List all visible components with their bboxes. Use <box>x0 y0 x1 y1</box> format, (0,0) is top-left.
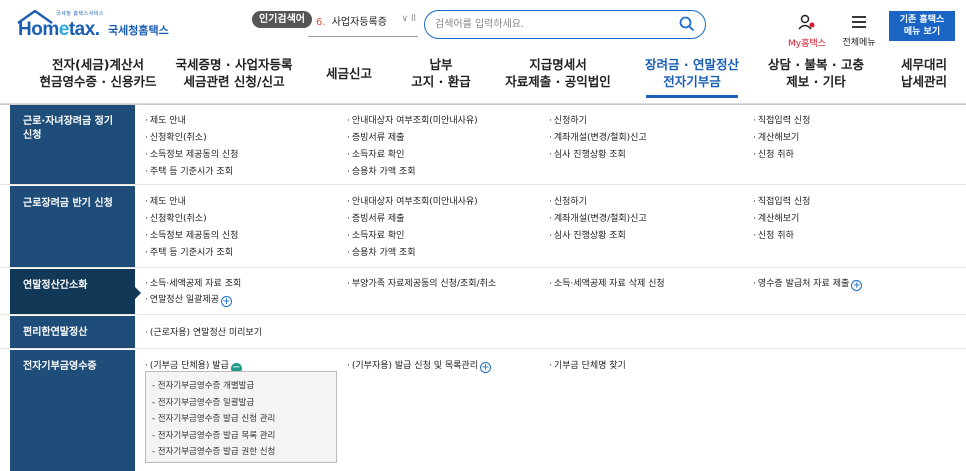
submenu-row-regular-incentive: 근로·자녀장려금 정기 신청 제도 안내 안내대상자 여부조회(미안내사유) 신… <box>0 105 966 185</box>
gnb-item-e-invoice[interactable]: 전자(세금)계산서 현금영수증 · 신용카드 <box>28 56 168 90</box>
main-navigation: 전자(세금)계산서 현금영수증 · 신용카드 국세증명 · 사업자등록 세금관련 신… <box>0 52 966 104</box>
gnb-item-tax-filing[interactable]: 세금신고 <box>312 65 386 82</box>
menu-link[interactable]: 신청 취하 <box>753 230 794 242</box>
submenu-title[interactable]: 근로·자녀장려금 정기 신청 <box>10 105 135 184</box>
submenu-sub-item[interactable]: - 전자기부금영수증 개별발급 <box>152 378 336 395</box>
menu-link[interactable]: 직접입력 신청 <box>753 115 811 127</box>
menu-link[interactable]: 신청하기 <box>549 196 587 208</box>
my-hometax-label: My홈택스 <box>788 39 826 49</box>
logo-korean: 국세청홈택스 <box>108 24 169 37</box>
donation-submenu-box: - 전자기부금영수증 개별발급 - 전자기부금영수증 일괄발급 - 전자기부금영… <box>145 371 337 463</box>
menu-link[interactable]: 제도 안내 <box>145 115 186 127</box>
menu-link[interactable]: 부양가족 자료제공동의 신청/조회/취소 <box>347 278 496 290</box>
plus-circle-icon[interactable]: + <box>479 362 491 373</box>
logo-wordmark: Hometax. <box>18 19 100 40</box>
submenu-sub-item[interactable]: - 전자기부금영수증 발급 신청 관리 <box>152 411 336 428</box>
menu-link[interactable]: 소득·세액공제 자료 조회 <box>145 278 241 290</box>
menu-link[interactable]: 승용차 가액 조회 <box>347 166 416 178</box>
gnb-item-consulting[interactable]: 상담 · 불복 · 고충 제보 · 기타 <box>764 56 868 90</box>
menu-link[interactable]: 안내대상자 여부조회(미안내사유) <box>347 115 478 127</box>
popular-controls[interactable]: ∨ ll <box>402 14 416 24</box>
all-menu-label: 전체메뉴 <box>842 38 876 48</box>
submenu-panel: 근로·자녀장려금 정기 신청 제도 안내 안내대상자 여부조회(미안내사유) 신… <box>0 104 966 471</box>
menu-link-expandable[interactable]: 연말정산 일괄제공+ <box>145 294 232 307</box>
menu-link[interactable]: 소득정보 제공동의 신청 <box>145 230 239 242</box>
menu-link[interactable]: 주택 등 기준시가 조회 <box>145 247 233 259</box>
gnb-item-certificates[interactable]: 국세증명 · 사업자등록 세금관련 신청/신고 <box>172 56 296 90</box>
menu-link[interactable]: 심사 진행상황 조회 <box>549 230 626 242</box>
search-icon[interactable] <box>679 16 695 32</box>
menu-link[interactable]: 소득자료 확인 <box>347 149 405 161</box>
hamburger-icon <box>852 16 866 28</box>
menu-link[interactable]: 신청확인(취소) <box>145 213 207 225</box>
menu-link[interactable]: 계산해보기 <box>753 132 799 144</box>
menu-link[interactable]: 신청하기 <box>549 115 587 127</box>
old-hometax-button[interactable]: 기존 홈택스 메뉴 보기 <box>889 11 955 41</box>
menu-link[interactable]: 계좌개설(변경/철회)신고 <box>549 213 647 225</box>
popular-search-item[interactable]: 6. 사업자등록증 ∨ ll <box>308 13 418 37</box>
search-input[interactable] <box>435 16 665 33</box>
logo-tagline: 국세청 홈택스서비스 <box>56 11 104 17</box>
menu-link[interactable]: 기부금 단체명 찾기 <box>549 360 626 372</box>
menu-link[interactable]: 소득자료 확인 <box>347 230 405 242</box>
submenu-row-year-end-simplified: 연말정산간소화 소득·세액공제 자료 조회 부양가족 자료제공동의 신청/조회/… <box>0 269 966 315</box>
menu-link[interactable]: 주택 등 기준시가 조회 <box>145 166 233 178</box>
menu-link-expandable[interactable]: 영수증 발급처 자료 제출+ <box>753 278 863 291</box>
my-hometax-button[interactable]: My홈택스 <box>784 14 830 49</box>
submenu-title[interactable]: 전자기부금영수증 <box>10 350 135 471</box>
gnb-item-tax-agent[interactable]: 세무대리 납세관리 <box>888 56 960 90</box>
submenu-title-active[interactable]: 연말정산간소화 <box>10 269 141 314</box>
menu-link[interactable]: 소득·세액공제 자료 삭제 신청 <box>549 278 665 290</box>
active-tab-underline <box>646 95 738 98</box>
hometax-logo[interactable]: 국세청 홈택스서비스 Hometax. 국세청홈택스 <box>16 10 169 42</box>
menu-link[interactable]: 증빙서류 제출 <box>347 132 405 144</box>
popular-rank: 6. <box>316 17 326 28</box>
active-arrow-icon <box>135 287 141 299</box>
gnb-item-payment[interactable]: 납부 고지 · 환급 <box>404 56 478 90</box>
menu-link[interactable]: 승용차 가액 조회 <box>347 247 416 259</box>
menu-link[interactable]: 신청확인(취소) <box>145 132 207 144</box>
menu-link[interactable]: 소득정보 제공동의 신청 <box>145 149 239 161</box>
submenu-title[interactable]: 근로장려금 반기 신청 <box>10 186 135 267</box>
popular-keyword: 사업자등록증 <box>331 17 387 28</box>
gnb-item-statements[interactable]: 지급명세서 자료제출 · 공익법인 <box>500 56 616 90</box>
submenu-title[interactable]: 편리한연말정산 <box>10 316 135 348</box>
submenu-sub-item[interactable]: - 전자기부금영수증 발급 권한 신청 <box>152 444 336 461</box>
menu-link-expandable[interactable]: (기부자용) 발급 신청 및 목록관리+ <box>347 360 491 373</box>
menu-link[interactable]: 신청 취하 <box>753 149 794 161</box>
menu-link[interactable]: 직접입력 신청 <box>753 196 811 208</box>
menu-link[interactable]: 계좌개설(변경/철회)신고 <box>549 132 647 144</box>
gnb-item-incentives[interactable]: 장려금 · 연말정산 전자기부금 <box>640 56 744 90</box>
menu-link[interactable]: 증빙서류 제출 <box>347 213 405 225</box>
menu-link[interactable]: 심사 진행상황 조회 <box>549 149 626 161</box>
search-box <box>424 10 706 39</box>
menu-link[interactable]: 계산해보기 <box>753 213 799 225</box>
submenu-title-label: 연말정산간소화 <box>23 280 88 291</box>
menu-link[interactable]: (근로자용) 연말정산 미리보기 <box>145 327 262 339</box>
user-icon <box>798 14 815 30</box>
plus-circle-icon[interactable]: + <box>220 296 232 307</box>
plus-circle-icon[interactable]: + <box>851 280 863 291</box>
submenu-sub-item[interactable]: - 전자기부금영수증 발급 목록 관리 <box>152 428 336 445</box>
submenu-sub-item[interactable]: - 전자기부금영수증 일괄발급 <box>152 395 336 412</box>
menu-link[interactable]: 안내대상자 여부조회(미안내사유) <box>347 196 478 208</box>
top-bar: 국세청 홈택스서비스 Hometax. 국세청홈택스 인기검색어 6. 사업자등… <box>0 0 966 49</box>
popular-search-badge: 인기검색어 <box>252 11 312 28</box>
submenu-row-half-incentive: 근로장려금 반기 신청 제도 안내 안내대상자 여부조회(미안내사유) 신청하기… <box>0 186 966 268</box>
menu-link[interactable]: 제도 안내 <box>145 196 186 208</box>
all-menu-button[interactable]: 전체메뉴 <box>836 14 882 48</box>
submenu-row-convenient-settlement: 편리한연말정산 (근로자용) 연말정산 미리보기 <box>0 316 966 349</box>
